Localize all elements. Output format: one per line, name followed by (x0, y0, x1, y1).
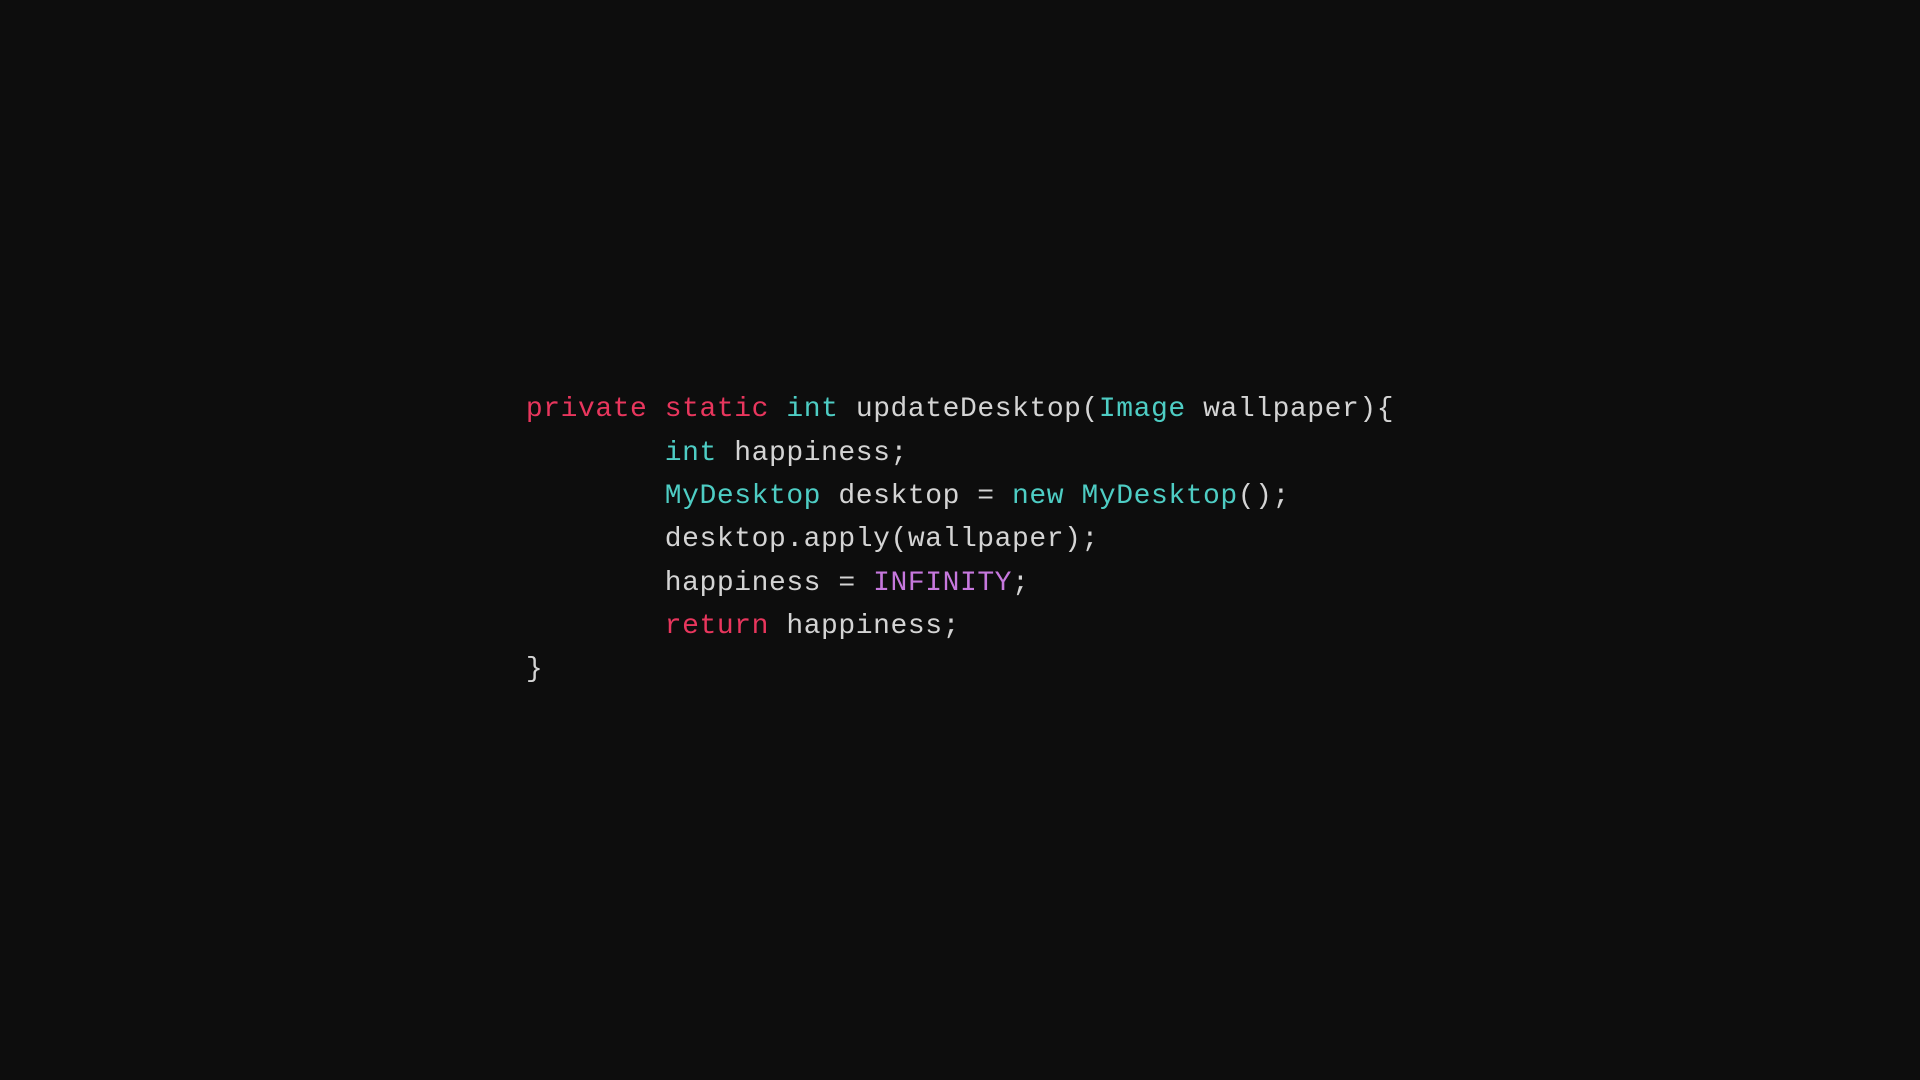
return-happiness: happiness; (769, 611, 960, 642)
code-line-7: } (526, 648, 1394, 691)
keyword-static: static (665, 394, 769, 425)
keyword-int-var: int (665, 438, 717, 469)
class-mydesktop-type: MyDesktop (665, 481, 821, 512)
closing-brace: } (526, 654, 543, 685)
class-image: Image (1099, 394, 1186, 425)
var-desktop-assign: desktop = (821, 481, 1012, 512)
code-line-4: desktop.apply(wallpaper); (526, 518, 1394, 561)
semicolon-5: ; (1012, 568, 1029, 599)
keyword-new: new (1012, 481, 1064, 512)
keyword-return: return (665, 611, 769, 642)
code-line-2: int happiness; (526, 432, 1394, 475)
code-display: private static int updateDesktop(Image w… (526, 388, 1394, 692)
code-line-6: return happiness; (526, 605, 1394, 648)
code-line-3: MyDesktop desktop = new MyDesktop(); (526, 475, 1394, 518)
space (1064, 481, 1081, 512)
method-call-apply: desktop.apply(wallpaper); (665, 524, 1099, 555)
keyword-private: private (526, 394, 648, 425)
ctor-parens: (); (1238, 481, 1290, 512)
keyword-int-return-type: int (786, 394, 838, 425)
method-name: updateDesktop( (856, 394, 1099, 425)
constant-infinity: INFINITY (873, 568, 1012, 599)
code-line-1: private static int updateDesktop(Image w… (526, 388, 1394, 431)
param-wallpaper: wallpaper){ (1186, 394, 1394, 425)
happiness-assign: happiness = (665, 568, 873, 599)
code-line-5: happiness = INFINITY; (526, 562, 1394, 605)
var-happiness-decl: happiness; (717, 438, 908, 469)
class-mydesktop-ctor: MyDesktop (1082, 481, 1238, 512)
